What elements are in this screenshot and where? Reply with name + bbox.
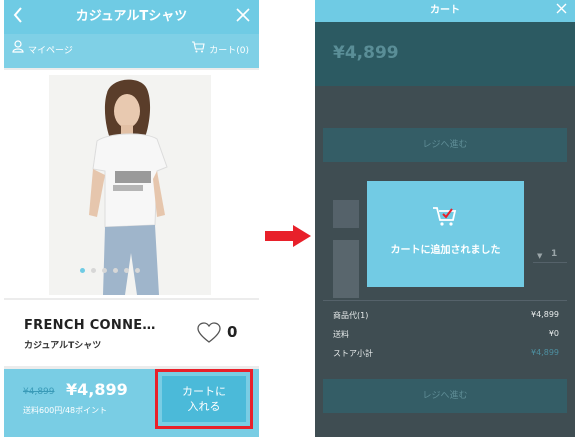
cart-total: ¥4,899 xyxy=(333,43,399,63)
row-value: ¥0 xyxy=(548,329,559,338)
cart-total-panel: ¥4,899 xyxy=(315,22,575,86)
divider xyxy=(533,262,567,263)
mypage-link[interactable]: マイページ xyxy=(12,34,73,68)
dialog-message: カートに追加されました xyxy=(390,245,501,256)
carousel-dot[interactable] xyxy=(91,268,96,273)
product-category: カジュアルTシャツ xyxy=(24,341,102,351)
product-thumbnail xyxy=(333,240,359,298)
row-label: ストア小計 xyxy=(333,349,373,358)
sub-navigation: マイページ カート(0) xyxy=(4,34,259,68)
favorite-count: 0 xyxy=(227,323,238,341)
user-icon xyxy=(12,34,24,68)
row-label: 商品代(1) xyxy=(333,311,369,320)
product-detail-screen: カジュアルTシャツ マイページ カート(0) FRENCH CONNE… カジュ… xyxy=(4,0,259,437)
close-icon[interactable] xyxy=(233,6,253,28)
heart-icon[interactable] xyxy=(197,322,221,344)
cart-label: カート(0) xyxy=(209,46,249,56)
carousel-indicators xyxy=(80,268,140,273)
product-name: FRENCH CONNE… xyxy=(24,318,156,333)
product-photo xyxy=(49,75,211,295)
product-image-carousel[interactable] xyxy=(4,70,259,298)
row-value: ¥4,899 xyxy=(531,348,559,357)
cart-link[interactable]: カート(0) xyxy=(191,34,249,68)
page-title: カジュアルTシャツ xyxy=(75,9,188,24)
cart-screen: カート ¥4,899 レジへ進む ▼ 1 商品代(1) ¥4,899 送料 ¥0 xyxy=(315,0,575,437)
carousel-dot[interactable] xyxy=(113,268,118,273)
checkout-button[interactable]: レジへ進む xyxy=(323,128,567,162)
cart-icon xyxy=(191,34,205,68)
add-to-cart-button[interactable]: カートに 入れる xyxy=(162,376,246,422)
purchase-bar: ¥4,899 ¥4,899 送料600円/48ポイント カートに 入れる xyxy=(4,369,259,437)
sale-price: ¥4,899 xyxy=(66,380,128,399)
row-label: 送料 xyxy=(333,330,349,339)
cart-check-icon xyxy=(432,205,458,227)
add-to-cart-label-line2: 入れる xyxy=(187,400,221,413)
checkout-button-bottom[interactable]: レジへ進む xyxy=(323,379,567,413)
close-icon[interactable] xyxy=(553,1,569,21)
shipping-note: 送料600円/48ポイント xyxy=(23,406,108,415)
product-thumbnail xyxy=(333,200,359,228)
carousel-dot[interactable] xyxy=(102,268,107,273)
original-price: ¥4,899 xyxy=(23,387,55,397)
carousel-dot[interactable] xyxy=(80,268,85,273)
carousel-dot[interactable] xyxy=(124,268,129,273)
carousel-dot[interactable] xyxy=(135,268,140,273)
add-to-cart-label-line1: カートに xyxy=(182,385,226,398)
summary-row-shipping: 送料 ¥0 xyxy=(333,329,559,340)
quantity-select[interactable]: 1 xyxy=(551,249,557,259)
arrow-right-icon xyxy=(265,225,311,247)
product-info: FRENCH CONNE… カジュアルTシャツ 0 xyxy=(4,300,259,366)
comparison-screen: カジュアルTシャツ マイページ カート(0) FRENCH CONNE… カジュ… xyxy=(0,0,575,437)
highlight-frame: カートに 入れる xyxy=(155,369,253,429)
summary-row-store-total: ストア小計 ¥4,899 xyxy=(333,348,559,359)
cart-header: カート xyxy=(315,0,575,22)
row-value: ¥4,899 xyxy=(531,310,559,319)
added-to-cart-dialog: カートに追加されました xyxy=(367,181,524,287)
mypage-label: マイページ xyxy=(28,46,73,56)
divider xyxy=(323,300,567,301)
summary-row-subtotal: 商品代(1) ¥4,899 xyxy=(333,310,559,321)
cart-title: カート xyxy=(430,5,460,16)
chevron-down-icon[interactable]: ▼ xyxy=(537,252,542,260)
product-header: カジュアルTシャツ xyxy=(4,0,259,34)
